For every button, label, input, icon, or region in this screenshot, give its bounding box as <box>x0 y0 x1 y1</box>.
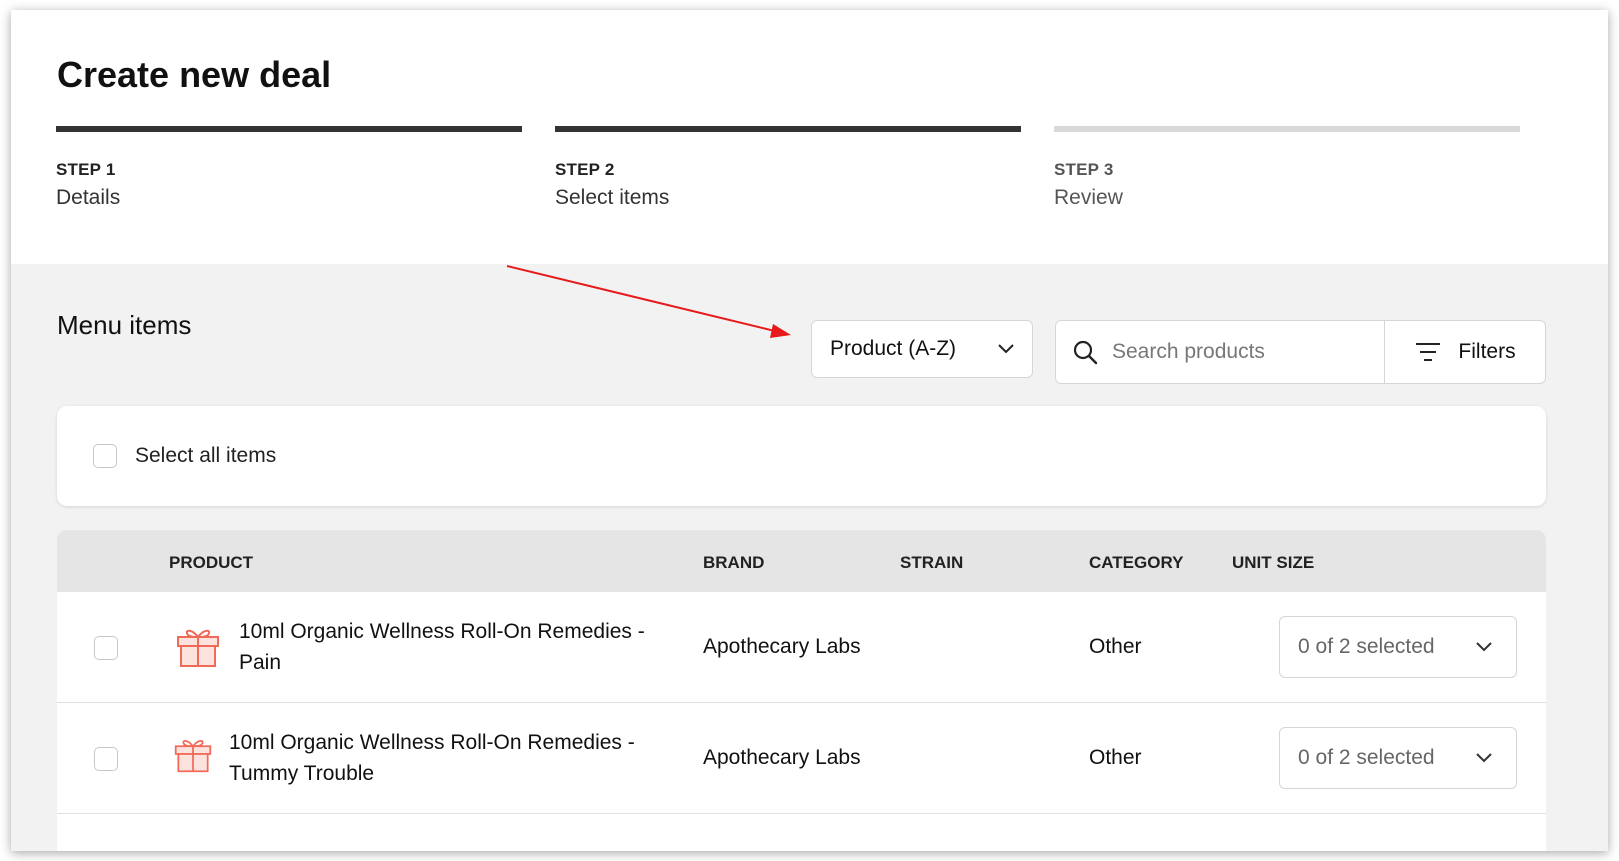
product-name: 10ml Organic Wellness Roll-On Remedies -… <box>229 727 659 789</box>
step-progress-bar <box>555 126 1021 132</box>
select-all-card: Select all items <box>57 406 1546 506</box>
product-name-line: Tummy Trouble <box>229 762 375 785</box>
filter-icon <box>1416 343 1441 361</box>
column-header-strain[interactable]: STRAIN <box>900 553 963 573</box>
product-name: 10ml Organic Wellness Roll-On Remedies -… <box>239 616 669 678</box>
table-header: PRODUCT BRAND STRAIN CATEGORY UNIT SIZE <box>57 530 1546 592</box>
gift-icon <box>174 739 212 773</box>
chevron-down-icon <box>1476 642 1492 652</box>
unit-size-dropdown[interactable]: 0 of 2 selected <box>1279 727 1517 789</box>
select-all-checkbox[interactable] <box>93 444 117 468</box>
product-name-line: Pain <box>239 651 282 674</box>
chevron-down-icon <box>998 344 1014 354</box>
step-number: STEP 2 <box>555 160 615 179</box>
step-progress-bar <box>1054 126 1520 132</box>
app-window: Create new deal STEP 1 Details STEP 2 Se… <box>11 10 1608 851</box>
product-name-line: 10ml Organic Wellness Roll-On Remedies - <box>239 620 645 643</box>
sort-dropdown[interactable]: Product (A-Z) <box>811 320 1033 378</box>
page-header: Create new deal STEP 1 Details STEP 2 Se… <box>11 10 1608 264</box>
column-header-brand[interactable]: BRAND <box>703 553 764 573</box>
category-cell: Other <box>1089 746 1142 769</box>
menu-items-heading: Menu items <box>57 310 192 340</box>
unit-size-value: 0 of 2 selected <box>1298 635 1435 658</box>
sort-selected-value: Product (A-Z) <box>830 337 957 360</box>
product-name-line: 10ml Organic Wellness Roll-On Remedies - <box>229 731 635 754</box>
row-checkbox[interactable] <box>94 747 118 771</box>
menu-items-table: PRODUCT BRAND STRAIN CATEGORY UNIT SIZE … <box>57 530 1546 851</box>
step-number: STEP 1 <box>56 160 116 179</box>
category-cell: Other <box>1089 635 1142 658</box>
brand-cell: Apothecary Labs <box>703 746 861 769</box>
filters-button[interactable]: Filters <box>1384 320 1546 384</box>
step-select-items[interactable]: STEP 2 Select items <box>555 126 1021 210</box>
chevron-down-icon <box>1476 753 1492 763</box>
column-header-unit-size[interactable]: UNIT SIZE <box>1232 553 1314 573</box>
table-row[interactable]: 10ml Organic Wellness Roll-On Remedies -… <box>57 703 1546 814</box>
page-title: Create new deal <box>57 54 332 95</box>
search-box <box>1055 320 1385 384</box>
search-input[interactable] <box>1112 340 1362 364</box>
step-details[interactable]: STEP 1 Details <box>56 126 522 210</box>
column-header-product[interactable]: PRODUCT <box>169 553 253 573</box>
step-label: Select items <box>555 186 670 209</box>
row-checkbox[interactable] <box>94 636 118 660</box>
column-header-category[interactable]: CATEGORY <box>1089 553 1183 573</box>
filters-label: Filters <box>1458 340 1516 363</box>
step-label: Details <box>56 186 121 209</box>
step-progress-bar <box>56 126 522 132</box>
gift-icon <box>177 629 219 667</box>
unit-size-dropdown[interactable]: 0 of 2 selected <box>1279 616 1517 678</box>
step-review[interactable]: STEP 3 Review <box>1054 126 1520 210</box>
select-all-label: Select all items <box>135 444 277 467</box>
search-icon <box>1073 340 1098 365</box>
unit-size-value: 0 of 2 selected <box>1298 746 1435 769</box>
table-row[interactable]: 10ml Organic Wellness Roll-On Remedies -… <box>57 592 1546 703</box>
table-row <box>57 814 1546 851</box>
step-number: STEP 3 <box>1054 160 1114 179</box>
step-label: Review <box>1054 186 1123 209</box>
brand-cell: Apothecary Labs <box>703 635 861 658</box>
